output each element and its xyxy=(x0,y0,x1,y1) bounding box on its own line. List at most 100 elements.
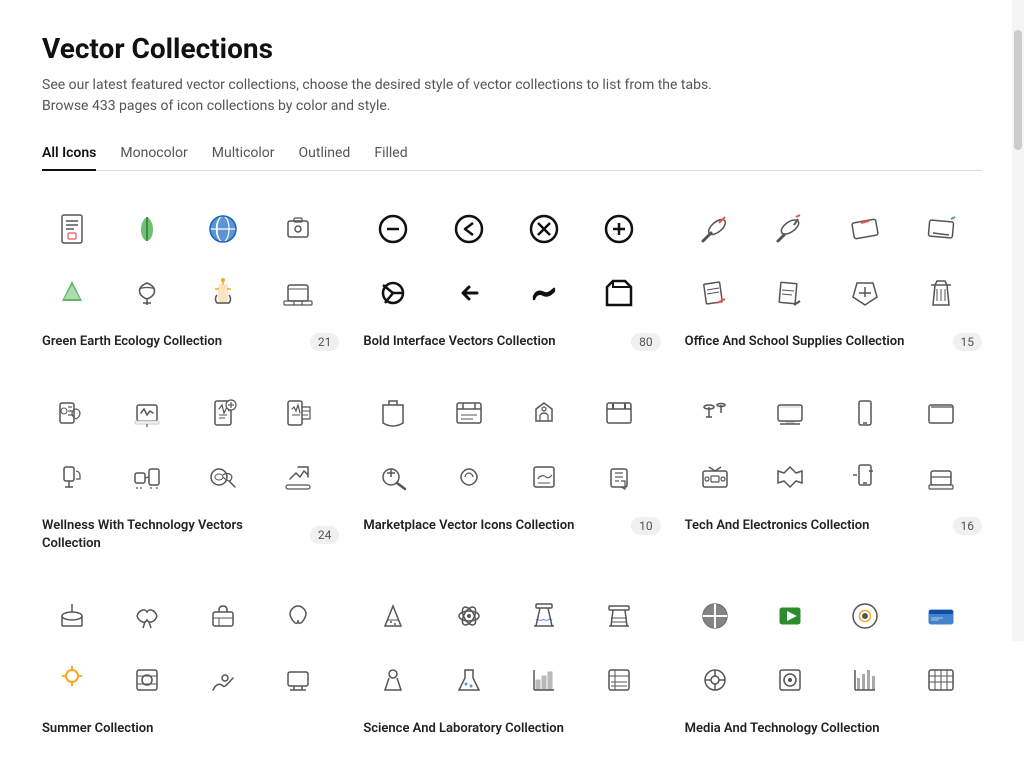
collection-name-science: Science And Laboratory Collection xyxy=(363,720,660,738)
tab-monocolor[interactable]: Monocolor xyxy=(120,137,187,171)
collection-name-marketplace: Marketplace Vector Icons Collection xyxy=(363,517,623,535)
icon-cell xyxy=(685,586,745,646)
icon-cell xyxy=(42,383,102,443)
icon-cell xyxy=(685,263,745,323)
icon-cell xyxy=(514,383,574,443)
collection-count-tech-electronics: 16 xyxy=(953,517,983,535)
tab-multicolor[interactable]: Multicolor xyxy=(212,137,275,171)
icon-cell xyxy=(835,199,895,259)
icon-cell xyxy=(268,199,328,259)
icon-cell xyxy=(193,383,253,443)
icon-cell xyxy=(514,199,574,259)
icon-cell xyxy=(911,263,971,323)
icon-cell xyxy=(193,586,253,646)
icon-cell xyxy=(835,263,895,323)
icon-cell xyxy=(835,586,895,646)
icon-cell xyxy=(363,650,423,710)
collection-count-office-school: 15 xyxy=(953,333,983,351)
icon-cell xyxy=(193,199,253,259)
icon-cell xyxy=(760,199,820,259)
icon-cell xyxy=(42,263,102,323)
icon-cell xyxy=(760,383,820,443)
icon-cell xyxy=(514,263,574,323)
icon-cell xyxy=(363,263,423,323)
collection-count-bold-interface: 80 xyxy=(631,333,661,351)
page-title: Vector Collections xyxy=(42,32,982,65)
icon-cell xyxy=(268,586,328,646)
icons-preview-green-earth xyxy=(42,199,339,323)
tab-filled[interactable]: Filled xyxy=(374,137,407,171)
icon-cell xyxy=(760,650,820,710)
icon-cell xyxy=(42,586,102,646)
page-subtitle: See our latest featured vector collectio… xyxy=(42,75,982,117)
icon-cell xyxy=(589,447,649,507)
icon-cell xyxy=(439,199,499,259)
icon-cell xyxy=(268,263,328,323)
icon-cell xyxy=(911,447,971,507)
collection-office-school[interactable]: Office And School Supplies Collection 15 xyxy=(685,199,982,351)
collection-science[interactable]: Science And Laboratory Collection xyxy=(363,586,660,738)
icon-cell xyxy=(363,199,423,259)
icon-cell xyxy=(117,586,177,646)
icon-cell xyxy=(117,447,177,507)
icon-cell xyxy=(589,586,649,646)
icon-cell xyxy=(835,650,895,710)
icons-preview-wellness-tech xyxy=(42,383,339,507)
icon-cell xyxy=(589,383,649,443)
icon-cell xyxy=(911,650,971,710)
collection-green-earth[interactable]: Green Earth Ecology Collection 21 xyxy=(42,199,339,351)
tab-all-icons[interactable]: All Icons xyxy=(42,137,96,171)
collection-name-summer: Summer Collection xyxy=(42,720,339,738)
icon-cell xyxy=(363,383,423,443)
icon-cell xyxy=(439,447,499,507)
collection-count-wellness-tech: 24 xyxy=(310,526,340,544)
collection-count-marketplace: 10 xyxy=(631,517,661,535)
icon-cell xyxy=(685,199,745,259)
collection-name-tech-electronics: Tech And Electronics Collection xyxy=(685,517,945,535)
icon-cell xyxy=(685,447,745,507)
icon-cell xyxy=(439,650,499,710)
icon-cell xyxy=(193,650,253,710)
collection-summer[interactable]: Summer Collection xyxy=(42,586,339,738)
icon-cell xyxy=(514,447,574,507)
icon-cell xyxy=(117,383,177,443)
icon-cell xyxy=(42,447,102,507)
collection-tech-electronics[interactable]: Tech And Electronics Collection 16 xyxy=(685,383,982,553)
icon-cell xyxy=(685,383,745,443)
icons-preview-bold-interface xyxy=(363,199,660,323)
icon-cell xyxy=(911,383,971,443)
icons-preview-media xyxy=(685,586,982,710)
icon-cell xyxy=(363,586,423,646)
icons-preview-science xyxy=(363,586,660,710)
tab-outlined[interactable]: Outlined xyxy=(299,137,351,171)
collection-media[interactable]: Media And Technology Collection xyxy=(685,586,982,738)
icons-preview-office-school xyxy=(685,199,982,323)
collection-bold-interface[interactable]: Bold Interface Vectors Collection 80 xyxy=(363,199,660,351)
icon-cell xyxy=(760,263,820,323)
icon-cell xyxy=(117,263,177,323)
icon-cell xyxy=(439,586,499,646)
icon-cell xyxy=(193,447,253,507)
collection-marketplace[interactable]: Marketplace Vector Icons Collection 10 xyxy=(363,383,660,553)
icon-cell xyxy=(439,383,499,443)
icon-cell xyxy=(439,263,499,323)
icon-cell xyxy=(268,650,328,710)
icon-cell xyxy=(514,586,574,646)
icon-cell xyxy=(42,650,102,710)
icon-cell xyxy=(911,199,971,259)
collection-name-office-school: Office And School Supplies Collection xyxy=(685,333,945,351)
icon-cell xyxy=(760,586,820,646)
icon-cell xyxy=(589,199,649,259)
icon-cell xyxy=(363,447,423,507)
collection-wellness-tech[interactable]: Wellness With Technology Vectors Collect… xyxy=(42,383,339,553)
icon-cell xyxy=(268,383,328,443)
icon-cell xyxy=(193,263,253,323)
collection-name-wellness-tech: Wellness With Technology Vectors Collect… xyxy=(42,517,302,553)
icon-cell xyxy=(117,199,177,259)
icon-cell xyxy=(589,263,649,323)
collection-name-green-earth: Green Earth Ecology Collection xyxy=(42,333,302,351)
icon-cell xyxy=(589,650,649,710)
icon-cell xyxy=(685,650,745,710)
icons-preview-summer xyxy=(42,586,339,710)
icon-cell xyxy=(835,383,895,443)
